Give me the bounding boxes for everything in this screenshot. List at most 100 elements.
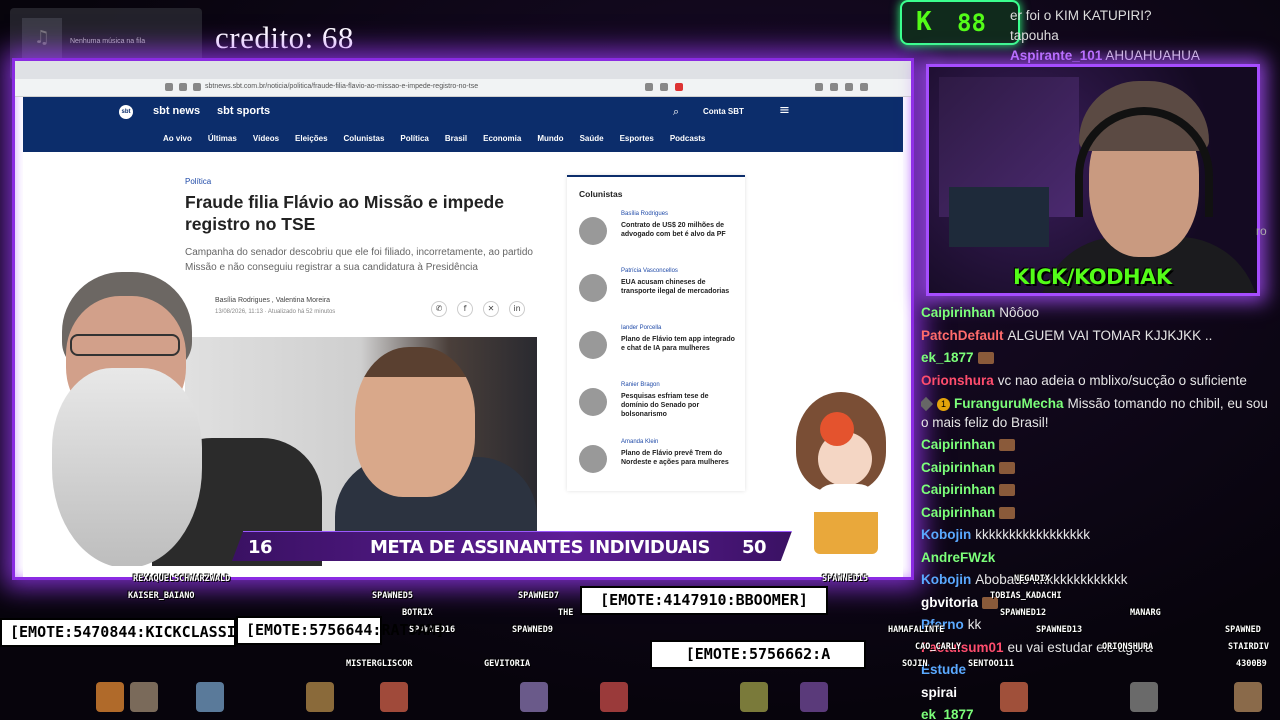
forward-icon[interactable] [179,83,187,91]
viewer-name: SPAWNED7 [518,591,559,601]
chat-username[interactable]: Caipirinhan [921,482,995,497]
nav-podcasts[interactable]: Podcasts [670,134,706,143]
pixel-sprite [520,682,548,712]
chat-message: er foi o KIM KATUPIRI? [1010,8,1152,23]
colunista-item[interactable]: Ranier Bragon Pesquisas esfriam tese de … [579,382,739,432]
warning-icon[interactable] [675,83,683,91]
viewer-name: REXAQUELSCHWARZWALD [133,574,231,584]
nav-saude[interactable]: Saúde [580,134,604,143]
chat-username[interactable]: PatchDefault [921,328,1004,343]
sbt-news-logo[interactable]: sbt news [153,105,200,117]
viewer-name: NEGADIX [1014,574,1050,584]
chat-username[interactable]: Caipirinhan [921,460,995,475]
extensions-icon[interactable] [815,83,823,91]
nav-economia[interactable]: Economia [483,134,521,143]
chat-message: AndreFWzk [921,547,1277,570]
colunista-text[interactable]: EUA acusam chineses de transporte ilegal… [621,278,737,296]
chat-message: Caipirinhan [921,502,1277,525]
colunista-item[interactable]: Iander Porcella Plano de Flávio tem app … [579,325,739,375]
whatsapp-share-icon[interactable]: ✆ [431,301,447,317]
colunista-name[interactable]: Patrícia Vasconcellos [621,268,678,274]
viewer-name: SENTOO111 [968,659,1015,669]
sidebar-icon[interactable] [830,83,838,91]
viewer-name: 4300B9 [1236,659,1267,669]
nav-brasil[interactable]: Brasil [445,134,467,143]
hamburger-menu-icon[interactable]: ≡ [779,103,790,118]
nav-videos[interactable]: Vídeos [253,134,279,143]
colunista-item[interactable]: Patrícia Vasconcellos EUA acusam chinese… [579,268,739,318]
colunista-item[interactable]: Basília Rodrigues Contrato de US$ 20 mil… [579,211,739,261]
goal-current: 16 [248,537,273,558]
chat-username[interactable]: Caipirinhan [921,505,995,520]
colunista-avatar [579,331,607,359]
nav-esportes[interactable]: Esportes [620,134,654,143]
colunista-name[interactable]: Basília Rodrigues [621,211,668,217]
emote-bubble: [EMOTE:5756662:A [650,640,866,669]
back-icon[interactable] [165,83,173,91]
emote-icon [999,484,1016,497]
url-text[interactable]: sbtnews.sbt.com.br/noticia/politica/frau… [205,83,478,90]
viewer-name: SPAWNED13 [1036,625,1083,635]
nav-ultimas[interactable]: Últimas [208,134,237,143]
colunista-text[interactable]: Pesquisas esfriam tese de domínio do Sen… [621,392,737,419]
pin-icon [921,397,934,412]
cam-monitor [949,187,1049,247]
pixel-sprite [1130,682,1158,712]
sub-badge-icon: 1 [937,397,950,411]
colunista-item[interactable]: Amanda Klein Plano de Flávio prevê Trem … [579,439,739,489]
pixel-sprite [196,682,224,712]
nav-mundo[interactable]: Mundo [537,134,563,143]
viewer-name: SOJIN [902,659,928,669]
nav-ao-vivo[interactable]: Ao vivo [163,134,192,143]
emote-icon [999,439,1016,452]
sbt-logo[interactable]: sbt [119,105,135,119]
presenter-glasses [70,334,180,356]
chat-text: Nôôoo [999,305,1040,320]
chat-username[interactable]: Caipirinhan [921,305,995,320]
chat-username[interactable]: Kobojin [921,527,971,542]
search-icon[interactable]: ⌕ [673,105,679,119]
nav-eleicoes[interactable]: Eleições [295,134,327,143]
viewer-name: CAO_CARLY [915,642,962,652]
browser-address-bar[interactable]: sbtnews.sbt.com.br/noticia/politica/frau… [15,79,911,97]
share-icon[interactable] [660,83,668,91]
emote-icon [977,352,994,365]
colunista-text[interactable]: Contrato de US$ 20 milhões de advogado c… [621,221,737,239]
chat-username[interactable]: Caipirinhan [921,437,995,452]
pixel-sprite [600,682,628,712]
cam-label: KICK/KODHAK [1013,265,1172,289]
chat-username[interactable]: ek_1877 [921,350,974,365]
chat-username[interactable]: AndreFWzk [921,550,995,565]
viewer-name: SPAWNED15 [822,574,869,584]
presenter-beard [52,368,202,566]
colunista-name[interactable]: Amanda Klein [621,439,658,445]
music-note-icon: ♫ [22,18,62,58]
colunista-name[interactable]: Iander Porcella [621,325,661,331]
pixel-sprite [96,682,124,712]
download-icon[interactable] [845,83,853,91]
colunista-text[interactable]: Plano de Flávio prevê Trem do Nordeste e… [621,449,737,467]
account-link[interactable]: Conta SBT [703,107,744,116]
viewer-name: STAIRDIV [1228,642,1269,652]
nav-politica[interactable]: Política [400,134,428,143]
emote-bubble: [EMOTE:5470844:KICKCLASSIC] [0,618,254,647]
kick-logo-icon: K [916,7,932,37]
colunista-avatar [579,217,607,245]
photo-face [355,347,475,497]
chat-username[interactable]: Orionshura [921,373,994,388]
linkedin-share-icon[interactable]: in [509,301,525,317]
emote-bubble: [EMOTE:4147910:BBOOMER] [580,586,828,615]
chat-message: Caipirinhan [921,479,1277,502]
colunista-name[interactable]: Ranier Bragon [621,382,660,388]
goal-target: 50 [742,537,767,558]
menu-icon[interactable] [860,83,868,91]
colunista-text[interactable]: Plano de Flávio tem app integrado e chat… [621,335,737,353]
chat-username[interactable]: FuranguruMecha [954,396,1064,411]
article-category[interactable]: Política [185,177,211,186]
x-share-icon[interactable]: ✕ [483,301,499,317]
viewer-name: TOBIAS_KADACHI [990,591,1062,601]
sbt-sports-logo[interactable]: sbt sports [217,105,270,117]
nav-colunistas[interactable]: Colunistas [344,134,385,143]
bookmark-icon[interactable] [645,83,653,91]
facebook-share-icon[interactable]: f [457,301,473,317]
